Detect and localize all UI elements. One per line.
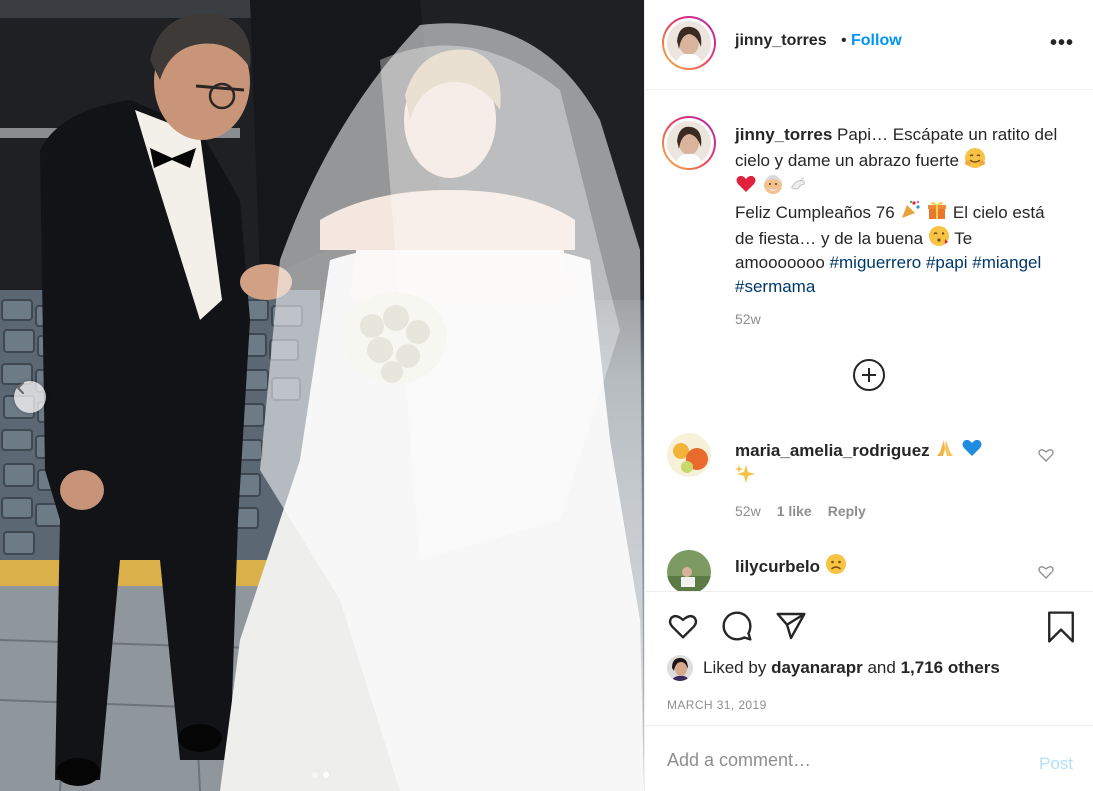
- post-details-panel: jinny_torres • Follow ••• jinny_torres P…: [644, 0, 1093, 791]
- dove-emoji-icon: [791, 177, 806, 190]
- party-popper-emoji-icon: [902, 200, 921, 218]
- caption-author-avatar[interactable]: [662, 116, 716, 170]
- red-heart-emoji-icon: [736, 175, 756, 192]
- load-more-comments-button[interactable]: [853, 359, 885, 391]
- comment-body: lilycurbelo: [735, 553, 1015, 579]
- liker-avatar[interactable]: [667, 655, 693, 681]
- gift-emoji-icon: [928, 201, 947, 219]
- hashtag-link[interactable]: #papi: [926, 253, 968, 272]
- likes-summary: Liked by dayanarapr and 1,716 others: [667, 655, 1000, 681]
- likes-text: Liked by dayanarapr and 1,716 others: [703, 658, 1000, 678]
- face-blowing-kiss-emoji-icon: [928, 226, 949, 246]
- comments-scroll-area[interactable]: jinny_torres Papi… Escápate un ratito de…: [645, 91, 1093, 591]
- hugging-face-emoji-icon: [964, 148, 985, 168]
- sparkles-emoji-icon: [735, 465, 755, 483]
- comment-likes-count[interactable]: 1 like: [777, 503, 812, 519]
- likes-prefix: Liked by: [703, 658, 767, 677]
- carousel-dot: [312, 772, 318, 778]
- avatar-portrait-icon: [667, 121, 711, 165]
- post-comment-button[interactable]: Post: [1039, 754, 1073, 774]
- comment-meta: 52w 1 like Reply: [735, 503, 866, 519]
- blue-heart-emoji-icon: [962, 439, 982, 456]
- old-man-emoji-icon: [763, 175, 782, 194]
- sad-face-emoji-icon: [825, 554, 846, 574]
- more-icon[interactable]: •••: [1050, 32, 1074, 55]
- comment-avatar[interactable]: [667, 550, 711, 591]
- comment-avatar[interactable]: [667, 433, 711, 477]
- comment-icon[interactable]: [721, 610, 753, 642]
- caption-timestamp[interactable]: 52w: [735, 311, 761, 327]
- hashtag-link[interactable]: #miguerrero: [830, 253, 922, 272]
- comment-like-heart-icon[interactable]: [1038, 564, 1054, 580]
- avatar-flowers-icon: [667, 433, 711, 477]
- post-photo: [0, 0, 644, 791]
- post-date[interactable]: MARCH 31, 2019: [667, 698, 767, 712]
- carousel-prev-button[interactable]: [14, 381, 46, 413]
- bookmark-icon[interactable]: [1045, 610, 1077, 644]
- avatar-outdoor-icon: [667, 550, 711, 591]
- comment-username[interactable]: maria_amelia_rodriguez: [735, 441, 930, 460]
- add-comment-bar: Post: [645, 725, 1093, 791]
- caption-username[interactable]: jinny_torres: [735, 125, 832, 144]
- plus-circle-icon: [862, 368, 876, 382]
- hashtag-link[interactable]: #miangel: [972, 253, 1041, 272]
- likes-count-link[interactable]: 1,716 others: [901, 658, 1000, 677]
- caption-text-2: Feliz Cumpleaños 76: [735, 203, 895, 222]
- heart-icon[interactable]: [667, 610, 699, 642]
- author-avatar[interactable]: [662, 16, 716, 70]
- author-username[interactable]: jinny_torres: [735, 32, 827, 50]
- comment-username[interactable]: lilycurbelo: [735, 557, 820, 576]
- follow-button[interactable]: Follow: [851, 32, 902, 50]
- send-icon[interactable]: [775, 610, 807, 642]
- folded-hands-emoji-icon: [937, 440, 954, 456]
- avatar-portrait-icon: [667, 21, 711, 65]
- likes-middle: and: [867, 658, 896, 677]
- comment-body: maria_amelia_rodriguez: [735, 437, 1015, 489]
- post-caption: jinny_torres Papi… Escápate un ratito de…: [735, 123, 1065, 299]
- hashtag-link[interactable]: #sermama: [735, 277, 815, 296]
- carousel-dot-active: [323, 772, 329, 778]
- separator-dot: •: [841, 32, 847, 49]
- carousel-indicator: [312, 772, 329, 778]
- comment-timestamp[interactable]: 52w: [735, 503, 761, 519]
- avatar-portrait-icon: [667, 655, 693, 681]
- comment-like-heart-icon[interactable]: [1038, 447, 1054, 463]
- reply-button[interactable]: Reply: [828, 503, 866, 519]
- comment-input[interactable]: [667, 748, 1007, 772]
- wedding-photo-illustration: [0, 0, 644, 791]
- post-actions: Liked by dayanarapr and 1,716 others MAR…: [645, 591, 1093, 725]
- liker-username[interactable]: dayanarapr: [771, 658, 863, 677]
- post-header: jinny_torres • Follow •••: [645, 0, 1093, 90]
- chevron-left-icon: [17, 382, 24, 394]
